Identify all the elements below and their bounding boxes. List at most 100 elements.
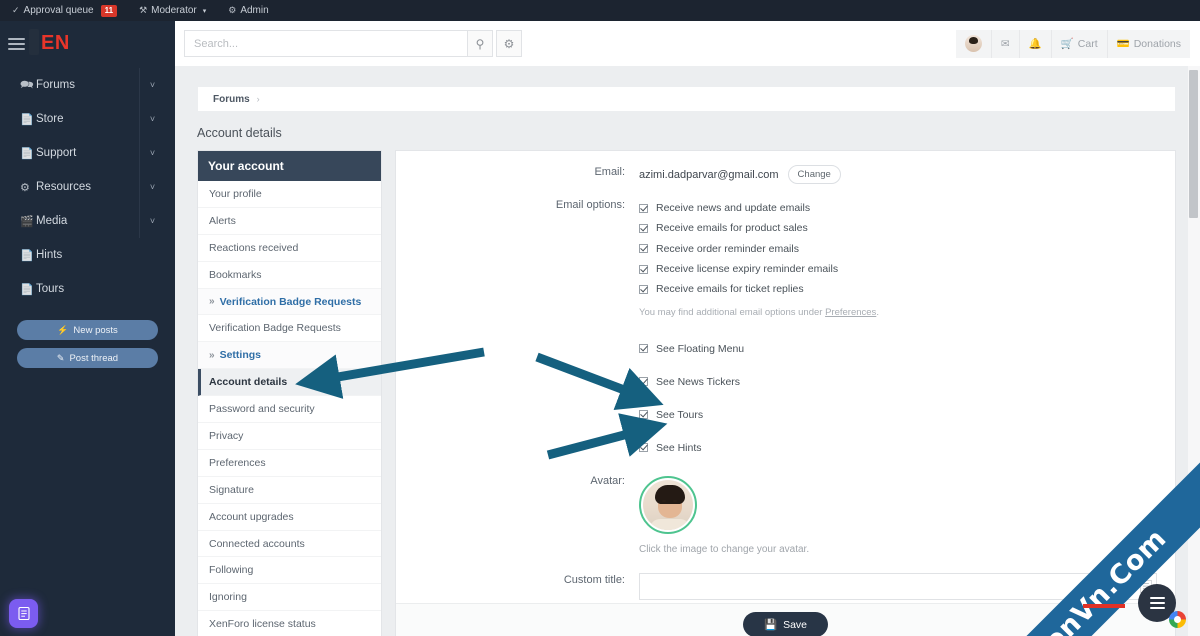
sidenav-item-reactions-received[interactable]: Reactions received bbox=[198, 235, 381, 262]
checkbox-see-news-tickers[interactable] bbox=[639, 377, 648, 387]
chevron-down-icon[interactable]: ˅ bbox=[139, 68, 165, 102]
sidenav-item-label: Bookmarks bbox=[209, 268, 262, 281]
approval-queue-label: Approval queue bbox=[23, 5, 94, 16]
sidenav-group-settings[interactable]: » Settings bbox=[198, 342, 381, 370]
sidebar-item-media[interactable]: 🎬 Media ˅ bbox=[0, 204, 175, 238]
search-icon[interactable]: ⚲ bbox=[467, 30, 493, 57]
sidebar-item-tours[interactable]: 📄 Tours bbox=[0, 272, 175, 306]
checkbox-label[interactable]: See Floating Menu bbox=[656, 343, 744, 355]
sidenav-item-ignoring[interactable]: Ignoring bbox=[198, 584, 381, 612]
chevron-down-icon[interactable]: ˅ bbox=[139, 136, 165, 170]
chevron-down-icon[interactable]: ˅ bbox=[139, 170, 165, 204]
hamburger-menu-icon[interactable] bbox=[8, 37, 25, 50]
checkbox-label[interactable]: Receive emails for product sales bbox=[656, 222, 808, 234]
sidenav-item-your-profile[interactable]: Your profile bbox=[198, 181, 381, 208]
cart-icon: 🛒 bbox=[1060, 38, 1074, 50]
post-thread-button[interactable]: ✎ Post thread bbox=[17, 348, 158, 368]
sidenav-item-alerts[interactable]: Alerts bbox=[198, 208, 381, 235]
sidenav-item-label: Verification Badge Requests bbox=[209, 322, 341, 335]
checkbox-see-tours[interactable] bbox=[639, 410, 648, 420]
sidenav-item-label: Alerts bbox=[209, 214, 236, 227]
email-options-hint: You may find additional email options un… bbox=[639, 299, 1157, 318]
alerts-button[interactable]: 🔔 bbox=[1020, 29, 1052, 58]
sidebar-nav: 🗪 Forums ˅ 📄 Store ˅ 📄 Support ˅ ⚙ Resou… bbox=[0, 68, 175, 306]
sidenav-item-privacy[interactable]: Privacy bbox=[198, 423, 381, 450]
checkbox-receive-emails-for-ticket-replies[interactable] bbox=[639, 284, 648, 294]
sidenav-item-label: XenForo license status bbox=[209, 618, 316, 631]
sidenav-group-label: Verification Badge Requests bbox=[219, 295, 362, 308]
avatar bbox=[964, 35, 982, 52]
sidebar-item-support[interactable]: 📄 Support ˅ bbox=[0, 136, 175, 170]
sidebar-item-resources[interactable]: ⚙ Resources ˅ bbox=[0, 170, 175, 204]
chevron-down-icon[interactable]: ˅ bbox=[139, 102, 165, 136]
admin-link[interactable]: ⚙ Admin bbox=[228, 5, 268, 16]
checkbox-label[interactable]: See News Tickers bbox=[656, 376, 740, 388]
sidenav-item-bookmarks[interactable]: Bookmarks bbox=[198, 262, 381, 289]
sidebar-item-hints[interactable]: 📄 Hints bbox=[0, 238, 175, 272]
sidebar-item-forums[interactable]: 🗪 Forums ˅ bbox=[0, 68, 175, 102]
breadcrumb-item-forums[interactable]: Forums bbox=[213, 94, 250, 105]
sidenav-item-password-and-security[interactable]: Password and security bbox=[198, 396, 381, 424]
sidebar-item-label: Resources bbox=[36, 181, 91, 193]
sidebar-item-label: Store bbox=[36, 113, 64, 125]
preferences-link[interactable]: Preferences bbox=[825, 307, 876, 318]
chevron-down-icon[interactable]: ˅ bbox=[139, 204, 165, 238]
checkbox-row[interactable]: Receive emails for ticket replies bbox=[639, 279, 1157, 299]
search-input[interactable] bbox=[184, 30, 467, 57]
sidenav-item-label: Password and security bbox=[209, 403, 315, 416]
checkbox-label[interactable]: See Hints bbox=[656, 442, 702, 454]
save-label: Save bbox=[783, 618, 807, 631]
checkbox-row[interactable]: Receive order reminder emails bbox=[639, 239, 1157, 259]
sidenav-item-preferences[interactable]: Preferences bbox=[198, 450, 381, 477]
moderator-menu[interactable]: ⚒ Moderator ▾ bbox=[139, 5, 206, 16]
sidebar-item-store[interactable]: 📄 Store ˅ bbox=[0, 102, 175, 136]
checkbox-label[interactable]: Receive news and update emails bbox=[656, 202, 810, 214]
notepad-icon[interactable] bbox=[9, 599, 38, 628]
new-posts-button[interactable]: ⚡ New posts bbox=[17, 320, 158, 340]
sidenav-item-connected-accounts[interactable]: Connected accounts bbox=[198, 531, 381, 558]
sidenav-item-following[interactable]: Following bbox=[198, 557, 381, 585]
donations-button[interactable]: 💳 Donations bbox=[1108, 30, 1190, 58]
account-menu-button[interactable] bbox=[956, 29, 992, 58]
sidenav-item-account-details[interactable]: Account details bbox=[198, 369, 381, 397]
cart-label: Cart bbox=[1077, 37, 1098, 50]
email-label: Email: bbox=[594, 166, 625, 178]
change-email-button[interactable]: Change bbox=[787, 165, 841, 184]
custom-title-input[interactable] bbox=[639, 573, 1157, 601]
site-logo[interactable]: EN bbox=[29, 29, 70, 55]
checkbox-see-hints[interactable] bbox=[639, 443, 648, 453]
cart-button[interactable]: 🛒 Cart bbox=[1052, 29, 1108, 58]
sidenav-item-verification-badge-requests[interactable]: Verification Badge Requests bbox=[198, 315, 381, 343]
staff-bar: ✓ Approval queue 11 ⚒ Moderator ▾ ⚙ Admi… bbox=[0, 0, 1200, 21]
approval-queue-link[interactable]: ✓ Approval queue 11 bbox=[12, 4, 118, 17]
search-options-gear-icon[interactable]: ⚙ bbox=[496, 30, 522, 57]
checkbox-receive-license-expiry-reminder-emails[interactable] bbox=[639, 264, 648, 274]
checkbox-row[interactable]: Receive news and update emails bbox=[639, 198, 1157, 218]
sidenav-item-account-upgrades[interactable]: Account upgrades bbox=[198, 504, 381, 531]
checkbox-row[interactable]: See Hints bbox=[639, 431, 1157, 464]
page-scrollbar[interactable] bbox=[1188, 66, 1200, 636]
checkbox-see-floating-menu[interactable] bbox=[639, 344, 648, 354]
inbox-button[interactable]: ✉ bbox=[992, 29, 1020, 58]
checkbox-row[interactable]: Receive emails for product sales bbox=[639, 218, 1157, 238]
checkbox-row[interactable]: See News Tickers bbox=[639, 365, 1157, 398]
checkbox-row[interactable]: Receive license expiry reminder emails bbox=[639, 259, 1157, 279]
sidenav-item-xenforo-license-status[interactable]: XenForo license status bbox=[198, 611, 381, 636]
sidenav-group-verification-badge-requests[interactable]: » Verification Badge Requests bbox=[198, 288, 381, 316]
avatar[interactable] bbox=[639, 476, 697, 535]
checkbox-label[interactable]: See Tours bbox=[656, 409, 703, 421]
checkbox-receive-order-reminder-emails[interactable] bbox=[639, 244, 648, 254]
chevron-right-icon: » bbox=[209, 296, 215, 307]
checkbox-label[interactable]: Receive emails for ticket replies bbox=[656, 283, 804, 295]
checkbox-label[interactable]: Receive license expiry reminder emails bbox=[656, 263, 838, 275]
checkbox-row[interactable]: See Tours bbox=[639, 398, 1157, 431]
checkbox-row[interactable]: See Floating Menu bbox=[639, 332, 1157, 365]
moderator-label: Moderator bbox=[151, 5, 197, 16]
chrome-icon[interactable] bbox=[1169, 611, 1186, 628]
checkbox-label[interactable]: Receive order reminder emails bbox=[656, 243, 799, 255]
sidenav-item-signature[interactable]: Signature bbox=[198, 477, 381, 504]
save-button[interactable]: 💾 Save bbox=[742, 612, 828, 636]
scrollbar-thumb[interactable] bbox=[1189, 70, 1198, 218]
checkbox-receive-emails-for-product-sales[interactable] bbox=[639, 223, 648, 233]
checkbox-receive-news-and-update-emails[interactable] bbox=[639, 203, 648, 213]
